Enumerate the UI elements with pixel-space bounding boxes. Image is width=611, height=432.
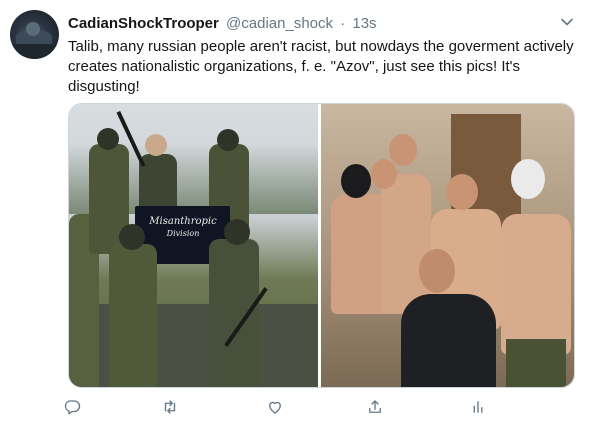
photo-shape <box>217 129 239 151</box>
photo-shape <box>209 239 259 387</box>
separator: · <box>340 15 346 32</box>
like-button[interactable] <box>263 395 287 419</box>
photo-shape <box>224 219 250 245</box>
photo-shape <box>145 134 167 156</box>
flag-text: Misanthropic Division <box>141 216 225 240</box>
analytics-button[interactable] <box>466 395 490 419</box>
photo-soldiers[interactable]: Misanthropic Division <box>69 104 319 387</box>
tweet-text: Talib, many russian people aren't racist… <box>68 38 574 95</box>
photo-shape <box>501 214 572 354</box>
tweet: CadianShockTrooper @cadian_shock · 13s T… <box>0 0 611 432</box>
retweet-button[interactable] <box>158 395 182 419</box>
photo-shape <box>109 244 157 387</box>
analytics-icon <box>473 401 483 413</box>
photo-shape <box>419 249 456 293</box>
flag-line1: Misanthropic <box>149 216 217 227</box>
photo-shape <box>341 164 372 198</box>
user-handle[interactable]: @cadian_shock <box>226 15 333 32</box>
reply-icon <box>64 400 81 415</box>
heart-icon <box>269 401 281 414</box>
tweet-header: CadianShockTrooper @cadian_shock · 13s <box>68 14 571 34</box>
share-button[interactable] <box>363 395 387 419</box>
tweet-actions <box>60 395 520 423</box>
flag-line2: Division <box>166 229 200 238</box>
photo-shape <box>446 174 479 210</box>
chevron-down-icon[interactable] <box>557 12 577 32</box>
photo-shape <box>69 304 319 387</box>
photo-shape <box>119 224 145 250</box>
photo-shape <box>97 128 119 150</box>
avatar-shape <box>26 22 40 36</box>
display-name[interactable]: CadianShockTrooper <box>68 15 219 32</box>
avatar[interactable] <box>10 10 59 59</box>
timestamp[interactable]: 13s <box>352 15 376 32</box>
media-grid: Misanthropic Division <box>68 103 575 388</box>
avatar-shape <box>10 44 59 59</box>
photo-shape <box>401 294 497 387</box>
reply-button[interactable] <box>60 395 84 419</box>
photo-shape <box>506 339 567 387</box>
photo-group[interactable] <box>321 104 574 387</box>
retweet-icon <box>164 400 176 414</box>
photo-shape <box>389 134 418 166</box>
photo-shape <box>511 159 546 199</box>
share-icon <box>369 400 381 413</box>
photo-shape <box>381 174 432 314</box>
photo-shape <box>371 159 398 189</box>
